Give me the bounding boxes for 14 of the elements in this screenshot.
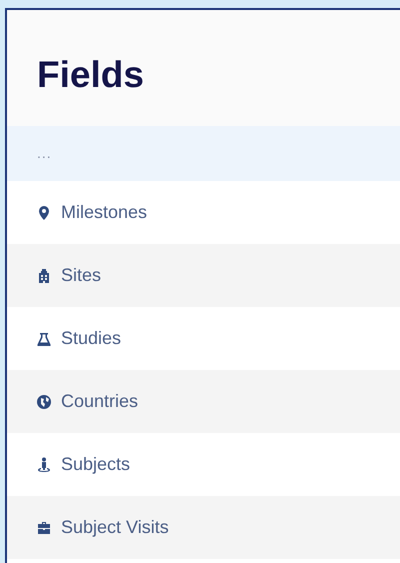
nav-link[interactable]: Sites xyxy=(61,262,102,289)
nav-link[interactable]: Subjects xyxy=(61,451,130,478)
briefcase-icon xyxy=(37,520,51,536)
nav-link[interactable]: Milestones xyxy=(61,199,148,226)
flask-icon xyxy=(37,330,51,346)
building-icon xyxy=(37,268,51,284)
person-icon xyxy=(37,456,51,472)
globe-icon xyxy=(37,394,51,410)
pin-icon xyxy=(37,204,51,220)
nav-link[interactable]: Studies xyxy=(61,325,122,352)
nav-link[interactable]: Countries xyxy=(61,388,138,415)
nav-link[interactable]: Subject Visits xyxy=(61,514,169,541)
ellipsis-text: ... xyxy=(37,144,52,163)
page-title: Fields xyxy=(37,56,144,92)
